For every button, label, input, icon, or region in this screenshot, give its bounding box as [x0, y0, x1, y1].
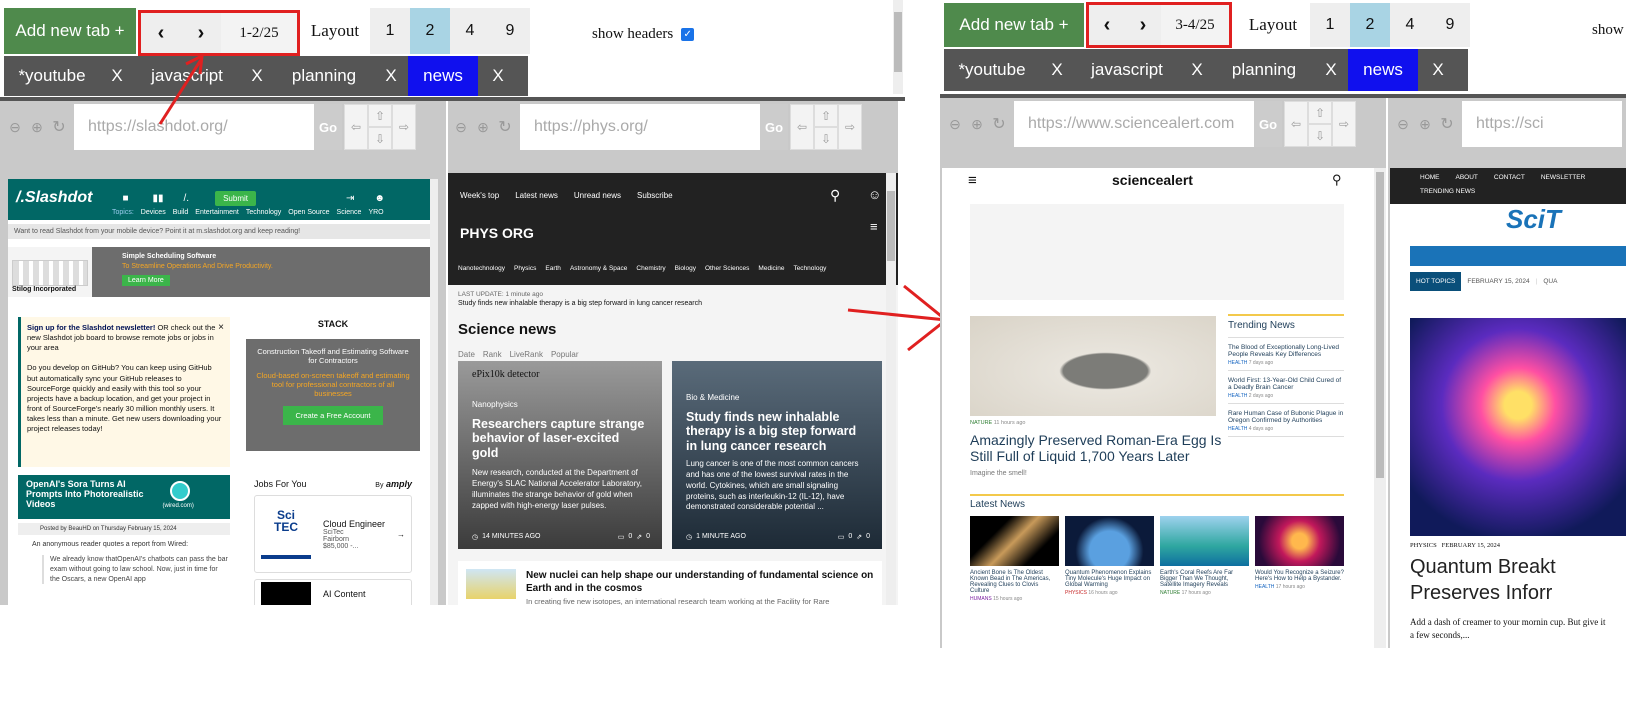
- latest-thumb: [1160, 516, 1249, 566]
- url-bar: ⊖ ⊕ ↻ https://sci: [1388, 98, 1626, 150]
- scroll-left-icon[interactable]: ⇦: [1284, 101, 1308, 147]
- page-scrollbar[interactable]: [1374, 168, 1386, 648]
- sciencealert-logo[interactable]: sciencealert: [1112, 172, 1193, 188]
- scitech-date: FEBRUARY 15, 2024: [1467, 278, 1530, 285]
- tab-youtube[interactable]: *youtube: [944, 49, 1040, 91]
- hero-image[interactable]: [970, 316, 1216, 416]
- pane-scitech: ⊖ ⊕ ↻ https://sci HOME ABOUT CONTACT NEW…: [1388, 98, 1626, 648]
- trending-title: Trending News: [1228, 316, 1344, 338]
- latest-item[interactable]: Earth's Coral Reefs Are Far Bigger Than …: [1160, 516, 1249, 602]
- latest-thumb: [1065, 516, 1154, 566]
- trending-item[interactable]: World First: 13-Year-Old Child Cured of …: [1228, 371, 1344, 404]
- scitech-page: HOME ABOUT CONTACT NEWSLETTER TRENDING N…: [1390, 168, 1626, 648]
- layout-label: Layout: [1248, 15, 1298, 34]
- scitech-bar: [1410, 246, 1626, 266]
- tab-planning[interactable]: planning: [1214, 49, 1314, 91]
- ad-placeholder: [970, 204, 1344, 300]
- nav-link[interactable]: CONTACT: [1494, 174, 1525, 184]
- back-icon[interactable]: ⊖: [1392, 113, 1414, 135]
- nav-link[interactable]: HOME: [1420, 174, 1440, 184]
- latest-item[interactable]: Quantum Phenomenon Explains Tiny Molecul…: [1065, 516, 1154, 602]
- pager-box: ‹ › 3-4/25: [1086, 2, 1232, 48]
- layout-2-button[interactable]: 2: [1350, 3, 1390, 47]
- next-page-button[interactable]: ›: [1125, 5, 1161, 45]
- search-icon[interactable]: ⚲: [1332, 172, 1342, 188]
- feature-body: Add a dash of creamer to your mornin cup…: [1410, 617, 1606, 640]
- latest-thumb: [970, 516, 1059, 566]
- tab-javascript[interactable]: javascript: [1074, 49, 1180, 91]
- hero-meta: NATURE 11 hours ago: [970, 420, 1026, 426]
- reload-icon[interactable]: ↻: [1436, 113, 1458, 135]
- pane-sciencealert: ⊖ ⊕ ↻ https://www.sciencealert.com Go ⇦ …: [940, 98, 1386, 648]
- close-tab-planning[interactable]: X: [1314, 49, 1348, 91]
- layout-9-button[interactable]: 9: [1430, 3, 1470, 47]
- menu-icon[interactable]: ≡: [968, 172, 977, 189]
- nav-link[interactable]: NEWSLETTER: [1541, 174, 1585, 184]
- hero-title[interactable]: Amazingly Preserved Roman-Era Egg Is Sti…: [970, 432, 1224, 464]
- url-input[interactable]: https://www.sciencealert.com: [1014, 101, 1254, 147]
- scroll-down-icon[interactable]: ⇩: [1308, 124, 1332, 147]
- page-indicator: 3-4/25: [1161, 5, 1229, 45]
- show-headers-label: show: [1592, 22, 1624, 38]
- nav-link[interactable]: ABOUT: [1456, 174, 1478, 184]
- scroll-controls: ⇦ ⇧ ⇩ ⇨: [1284, 101, 1356, 147]
- layout-4-button[interactable]: 4: [1390, 3, 1430, 47]
- reload-icon[interactable]: ↻: [988, 113, 1010, 135]
- trending-item[interactable]: Rare Human Case of Bubonic Plague in Ore…: [1228, 404, 1344, 437]
- url-input[interactable]: https://sci: [1462, 101, 1622, 147]
- sciencealert-page: ≡ sciencealert ⚲ NATURE 11 hours ago Ama…: [942, 168, 1386, 648]
- tab-bar: *youtube X javascript X planning X news …: [944, 49, 1468, 91]
- latest-item[interactable]: Would You Recognize a Seizure? Here's Ho…: [1255, 516, 1344, 602]
- hero-subtitle: Imagine the smell!: [970, 470, 1027, 477]
- scroll-up-icon[interactable]: ⇧: [1308, 101, 1332, 124]
- scitech-logo[interactable]: SciT: [1506, 204, 1561, 235]
- feature-title[interactable]: Quantum Breakt Preserves Inforr: [1410, 554, 1610, 606]
- latest-thumb: [1255, 516, 1344, 566]
- hot-topics-badge[interactable]: HOT TOPICS: [1410, 272, 1462, 291]
- close-tab-javascript[interactable]: X: [1180, 49, 1214, 91]
- forward-icon[interactable]: ⊕: [966, 113, 988, 135]
- close-tab-news[interactable]: X: [1418, 49, 1458, 91]
- tab-news[interactable]: news: [1348, 49, 1418, 91]
- nav-link[interactable]: TRENDING NEWS: [1420, 188, 1475, 198]
- prev-page-button[interactable]: ‹: [1089, 5, 1125, 45]
- back-icon[interactable]: ⊖: [944, 113, 966, 135]
- layout-1-button[interactable]: 1: [1310, 3, 1350, 47]
- scroll-right-icon[interactable]: ⇨: [1332, 101, 1356, 147]
- feature-image[interactable]: [1410, 318, 1626, 536]
- close-tab-youtube[interactable]: X: [1040, 49, 1074, 91]
- latest-item[interactable]: Ancient Bone Is The Oldest Known Bead in…: [970, 516, 1059, 602]
- right-toolbar: Add new tab + ‹ › 3-4/25 Layout 1 2 4 9 …: [940, 0, 1626, 94]
- add-tab-button[interactable]: Add new tab +: [944, 3, 1084, 47]
- latest-section: Latest News Ancient Bone Is The Oldest K…: [970, 494, 1344, 602]
- scitech-date-tail: QUA: [1543, 278, 1558, 285]
- latest-title: Latest News: [970, 499, 1026, 510]
- forward-icon[interactable]: ⊕: [1414, 113, 1436, 135]
- feature-meta: PHYSICS FEBRUARY 15, 2024: [1410, 542, 1501, 549]
- trending-item[interactable]: The Blood of Exceptionally Long-Lived Pe…: [1228, 338, 1344, 371]
- url-bar: ⊖ ⊕ ↻ https://www.sciencealert.com Go ⇦ …: [940, 98, 1386, 150]
- go-button[interactable]: Go: [1254, 101, 1282, 147]
- trending-panel: Trending News The Blood of Exceptionally…: [1228, 314, 1344, 437]
- layout-buttons: 1 2 4 9: [1310, 3, 1470, 47]
